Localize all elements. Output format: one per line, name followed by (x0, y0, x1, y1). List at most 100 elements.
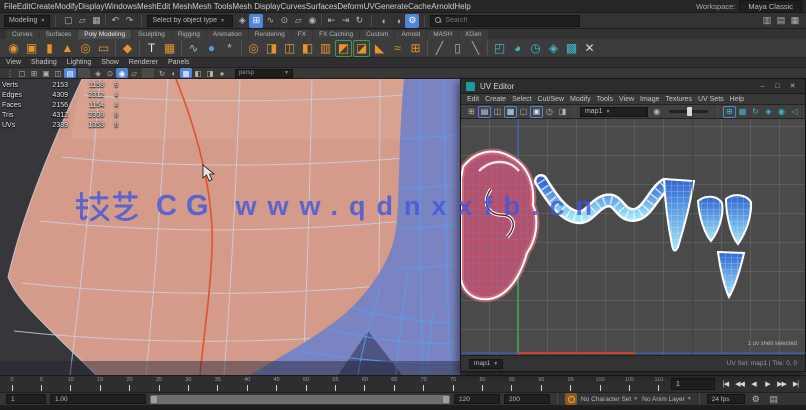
shelf-tab[interactable]: FX Caching (313, 30, 359, 39)
anim-layer-dropdown[interactable]: No Anim Layer▼ (642, 396, 692, 403)
shelf-tab[interactable]: Sculpting (132, 30, 171, 39)
snap-point-icon[interactable]: ⊙ (277, 14, 291, 28)
icon[interactable] (321, 14, 322, 25)
checker-map-icon[interactable]: ▦ (504, 106, 517, 118)
quad-draw-icon[interactable]: ◰ (491, 40, 508, 57)
shelf-tab[interactable]: MASH (427, 30, 458, 39)
shelf-tab[interactable]: Arnold (395, 30, 426, 39)
redo-icon[interactable]: ↷ (122, 14, 136, 28)
uv-menu-item[interactable]: Help (730, 96, 744, 103)
make-live-icon[interactable]: ◉ (305, 14, 319, 28)
snap-plane-icon[interactable]: ▱ (291, 14, 305, 28)
playback-end-field[interactable]: 120 (454, 394, 500, 404)
minimize-button[interactable]: – (755, 80, 770, 93)
current-frame-field[interactable]: 1 (671, 378, 715, 390)
menu-item[interactable]: Create (31, 2, 55, 11)
panel-menu-item[interactable]: Renderer (129, 59, 158, 66)
snap-curve-icon[interactable]: ∿ (263, 14, 277, 28)
shelf-tab[interactable]: Animation (207, 30, 248, 39)
play-backwards-button[interactable]: ◀ (747, 378, 760, 391)
panel-menu-item[interactable]: Panels (168, 59, 189, 66)
animation-end-field[interactable]: 200 (504, 394, 550, 404)
shelf-tab[interactable]: Rendering (249, 30, 291, 39)
icon[interactable] (105, 14, 106, 25)
shadows-toggle-icon[interactable]: ⊙ (104, 68, 116, 78)
image-dropdown[interactable]: map1▼ (580, 107, 648, 117)
wireframe-on-shaded-icon[interactable]: ▦ (180, 68, 192, 78)
type-tool-icon[interactable]: T (143, 40, 160, 57)
attribute-editor-toggle-icon[interactable]: ▥ (760, 14, 774, 28)
new-scene-icon[interactable]: ▢ (61, 14, 75, 28)
ao-toggle-icon[interactable]: ◉ (116, 68, 128, 78)
menu-item[interactable]: Modify (55, 2, 79, 11)
time-tick[interactable]: 75 (447, 377, 459, 392)
icon[interactable] (142, 68, 154, 78)
quad-strip-icon[interactable]: ≈ (389, 40, 406, 57)
combine-icon[interactable]: ◎ (245, 40, 262, 57)
delete-icon[interactable]: ✕ (581, 40, 598, 57)
time-tick[interactable]: 60 (359, 377, 371, 392)
shelf-icon[interactable] (241, 41, 242, 55)
panel-menu-item[interactable]: Shading (31, 59, 57, 66)
menu-item[interactable]: UV (364, 2, 375, 11)
time-tick[interactable]: 5 (35, 377, 47, 392)
uv-shell-shield[interactable] (698, 197, 722, 241)
uv-editor-title-bar[interactable]: UV Editor –□✕ (461, 79, 805, 94)
uv-shell-triangle[interactable] (718, 252, 744, 297)
shelf-icon[interactable] (115, 41, 116, 55)
uv-menu-item[interactable]: Cut/Sew (538, 96, 564, 103)
range-handle-left[interactable] (151, 396, 157, 403)
step-forward-button[interactable]: ▶▶ (775, 378, 788, 391)
workspace-dropdown[interactable]: Maya Classic (739, 0, 802, 13)
speaker-icon[interactable]: ◁ (788, 106, 801, 118)
menu-item[interactable]: Deform (337, 2, 363, 11)
time-tick[interactable]: 45 (271, 377, 283, 392)
shelf-icon[interactable] (427, 41, 428, 55)
character-set-dropdown[interactable]: No Character Set▼ (581, 396, 638, 403)
smooth-brush-icon[interactable]: ◷ (527, 40, 544, 57)
maximize-button[interactable]: □ (770, 80, 785, 93)
uv-shell-shield[interactable] (726, 195, 751, 244)
uv-menu-item[interactable]: Edit (467, 96, 479, 103)
time-tick[interactable]: 35 (212, 377, 224, 392)
menu-item[interactable]: Edit Mesh (157, 2, 193, 11)
menu-item[interactable]: Mesh Tools (192, 2, 232, 11)
open-scene-icon[interactable]: ▱ (75, 14, 89, 28)
time-tick[interactable]: 0 (6, 377, 18, 392)
fps-field[interactable]: 24 fps (707, 394, 745, 404)
uv-borders-icon[interactable]: ◉ (775, 106, 788, 118)
output-connections-icon[interactable]: ⇥ (338, 14, 352, 28)
bridge-icon[interactable]: ◣ (371, 40, 388, 57)
uv-snapshot-icon[interactable]: ▤ (478, 106, 491, 118)
menu-item[interactable]: Cache (408, 2, 431, 11)
range-slider[interactable] (150, 395, 450, 404)
playback-start-field[interactable]: 1.00 (50, 394, 146, 404)
ipr-render-icon[interactable]: ◑ (391, 14, 405, 28)
poly-cone-icon[interactable]: ▲ (59, 40, 76, 57)
shelf-tab[interactable]: Surfaces (40, 30, 78, 39)
shelf-icon[interactable] (139, 41, 140, 55)
sphere-project-icon[interactable]: ● (203, 40, 220, 57)
close-button[interactable]: ✕ (785, 80, 800, 93)
menu-item[interactable]: Windows (105, 2, 137, 11)
poly-sphere-icon[interactable]: ◉ (5, 40, 22, 57)
pixel-snap-icon[interactable]: ⊞ (723, 106, 736, 118)
poly-torus-icon[interactable]: ◎ (77, 40, 94, 57)
poly-plane-icon[interactable]: ▭ (95, 40, 112, 57)
time-slider[interactable]: 0510152025303540455055606570758085909510… (0, 375, 806, 392)
snap-grid-icon[interactable]: ⊞ (249, 14, 263, 28)
time-tick[interactable]: 110 (653, 377, 665, 392)
menu-item[interactable]: Generate (375, 2, 408, 11)
shelf-tab[interactable]: Rigging (172, 30, 206, 39)
auto-keyframe-icon[interactable] (565, 393, 577, 405)
view-cube-icon[interactable]: ▢ (16, 68, 28, 78)
tile-grid-icon[interactable]: ▦ (736, 106, 749, 118)
icon[interactable] (78, 68, 90, 78)
resolution-gate-icon[interactable]: ◫ (52, 68, 64, 78)
time-tick[interactable]: 10 (65, 377, 77, 392)
selection-mask-dropdown[interactable]: Select by object type▼ (147, 15, 233, 27)
menu-item[interactable]: File (4, 2, 17, 11)
go-to-start-button[interactable]: |◀ (719, 378, 732, 391)
time-tick[interactable]: 40 (241, 377, 253, 392)
shelf-tab[interactable]: Curves (6, 30, 39, 39)
